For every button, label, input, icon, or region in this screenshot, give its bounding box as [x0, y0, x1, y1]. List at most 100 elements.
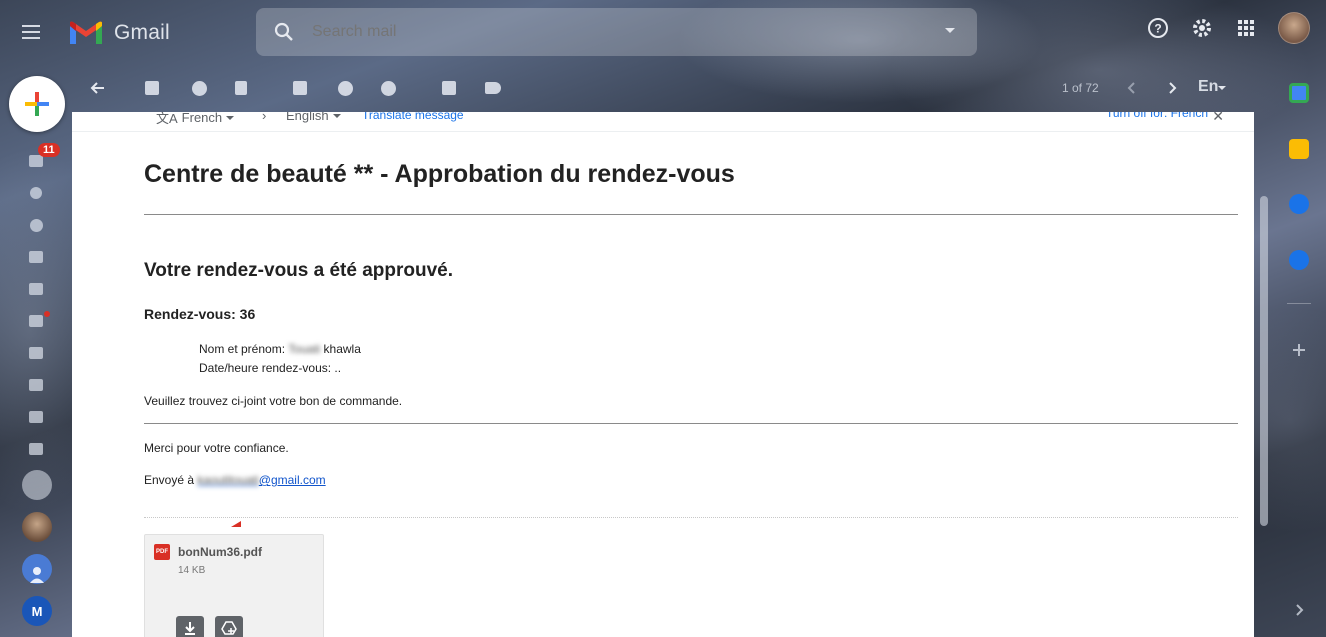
- snooze-icon[interactable]: [335, 78, 355, 98]
- source-language-select[interactable]: 文A French: [156, 112, 235, 127]
- archive-icon[interactable]: [142, 78, 162, 98]
- back-arrow-icon[interactable]: [88, 78, 108, 98]
- chat-contacts: M: [22, 470, 52, 626]
- expand-panel-chevron-icon[interactable]: [1289, 600, 1309, 620]
- contact-avatar-default[interactable]: [22, 554, 52, 584]
- translate-icon: 文A: [156, 112, 178, 126]
- keep-icon[interactable]: [1289, 139, 1309, 159]
- pdf-file-icon: PDF: [154, 544, 170, 560]
- labels-icon[interactable]: [483, 78, 503, 98]
- attachment-note: Veuillez trouvez ci-joint votre bon de c…: [144, 394, 403, 408]
- attachment-card[interactable]: PDF bonNum36.pdf 14 KB: [144, 534, 324, 637]
- top-right-actions: ?: [1146, 12, 1310, 44]
- account-avatar[interactable]: [1278, 12, 1310, 44]
- apps-grid-icon[interactable]: [1234, 16, 1258, 40]
- search-icon[interactable]: [274, 22, 294, 42]
- name-line: Nom et prénom: Touati khawla: [199, 342, 361, 356]
- recipient-redacted: kaoutitouati: [197, 473, 259, 487]
- important-nav-item[interactable]: [22, 241, 50, 273]
- draft-icon: [29, 315, 43, 327]
- attachment-corner-marker: [231, 521, 241, 527]
- plus-icon: [25, 92, 49, 116]
- message-toolbar: 1 of 72 En: [80, 72, 1250, 106]
- label-icon: [29, 379, 43, 391]
- app-title: Gmail: [114, 21, 170, 44]
- gmail-logo[interactable]: Gmail: [68, 20, 170, 46]
- search-options-icon[interactable]: [945, 28, 955, 33]
- label-nav-item-1[interactable]: [22, 369, 50, 401]
- appointment-number: Rendez-vous: 36: [144, 306, 256, 322]
- contact-avatar-initial[interactable]: M: [22, 596, 52, 626]
- drive-add-icon: [221, 621, 237, 635]
- top-bar: Gmail ?: [0, 0, 1326, 64]
- divider: [144, 423, 1238, 424]
- chevron-right-icon: ›: [262, 112, 267, 123]
- email-subject: Centre de beauté ** - Approbation du ren…: [144, 160, 735, 188]
- sent-nav-item[interactable]: [22, 273, 50, 305]
- starred-nav-item[interactable]: [22, 177, 50, 209]
- caret-down-icon: [332, 113, 341, 118]
- inbox-nav-item[interactable]: 11: [22, 143, 60, 177]
- compose-button[interactable]: [9, 76, 65, 132]
- input-tools-caret-icon[interactable]: [1218, 86, 1226, 90]
- sent-to-label: Envoyé à: [144, 473, 195, 487]
- svg-text:?: ?: [1154, 22, 1161, 36]
- categories-nav-item[interactable]: [22, 337, 50, 369]
- attachment-filename: bonNum36.pdf: [178, 545, 262, 559]
- drafts-nav-item[interactable]: [22, 305, 50, 337]
- name-redacted: Touati: [288, 342, 321, 356]
- main-menu-button[interactable]: [22, 20, 50, 44]
- settings-gear-icon[interactable]: [1190, 16, 1214, 40]
- save-to-drive-button[interactable]: [215, 616, 243, 637]
- gmail-m-icon: [70, 21, 102, 44]
- target-language-select[interactable]: English: [286, 112, 341, 123]
- get-addons-icon[interactable]: [1289, 340, 1309, 360]
- move-to-icon[interactable]: [439, 78, 459, 98]
- search-input[interactable]: [312, 23, 892, 41]
- attachments-divider: [144, 517, 1238, 518]
- inbox-icon: [29, 155, 43, 167]
- datetime-line: Date/heure rendez-vous: ..: [199, 361, 342, 375]
- pagination-count: 1 of 72: [1062, 81, 1099, 95]
- label-nav-item-3[interactable]: [22, 433, 50, 465]
- label-nav-item-2[interactable]: [22, 401, 50, 433]
- message-scrollbar[interactable]: [1257, 112, 1271, 637]
- turn-off-translation-link[interactable]: Turn off for: French: [1106, 112, 1208, 120]
- input-tools-button[interactable]: En: [1198, 78, 1218, 96]
- mark-unread-icon[interactable]: [290, 78, 310, 98]
- label-arrow-icon: [29, 251, 43, 263]
- name-label: Nom et prénom:: [199, 342, 286, 356]
- inbox-unread-badge: 11: [38, 143, 60, 157]
- search-bar[interactable]: [256, 8, 977, 56]
- calendar-icon[interactable]: [1289, 83, 1309, 103]
- attachment-size: 14 KB: [178, 565, 206, 576]
- recipient-domain: @gmail.com: [258, 473, 326, 487]
- delete-icon[interactable]: [231, 78, 251, 98]
- tasks-icon[interactable]: [1289, 194, 1309, 214]
- close-translate-icon[interactable]: ✕: [1212, 112, 1224, 125]
- contacts-icon[interactable]: [1289, 250, 1309, 270]
- recipient-email-link[interactable]: kaoutitouati@gmail.com: [197, 473, 325, 487]
- translate-message-link[interactable]: Translate message: [362, 112, 464, 122]
- name-value: khawla: [323, 342, 361, 356]
- caret-down-icon: [226, 115, 235, 120]
- target-language-label: English: [286, 112, 329, 123]
- download-attachment-button[interactable]: [176, 616, 204, 637]
- older-chevron-icon[interactable]: [1162, 78, 1182, 98]
- message-pane: 文A French › English Translate message Tu…: [72, 112, 1254, 637]
- hangouts-icon[interactable]: [22, 470, 52, 500]
- left-nav-rail: 11: [22, 143, 60, 465]
- newer-chevron-icon[interactable]: [1122, 78, 1142, 98]
- star-icon: [30, 187, 42, 199]
- help-icon[interactable]: ?: [1146, 16, 1170, 40]
- translate-bar: 文A French › English Translate message Tu…: [72, 112, 1254, 132]
- report-spam-icon[interactable]: [189, 78, 209, 98]
- side-panel: [1272, 72, 1326, 637]
- drafts-indicator: [44, 311, 50, 317]
- scrollbar-thumb[interactable]: [1260, 196, 1268, 526]
- snoozed-nav-item[interactable]: [22, 209, 50, 241]
- contact-avatar-photo[interactable]: [22, 512, 52, 542]
- category-icon: [29, 347, 43, 359]
- source-language-label: French: [181, 112, 223, 125]
- add-to-tasks-icon[interactable]: [378, 78, 398, 98]
